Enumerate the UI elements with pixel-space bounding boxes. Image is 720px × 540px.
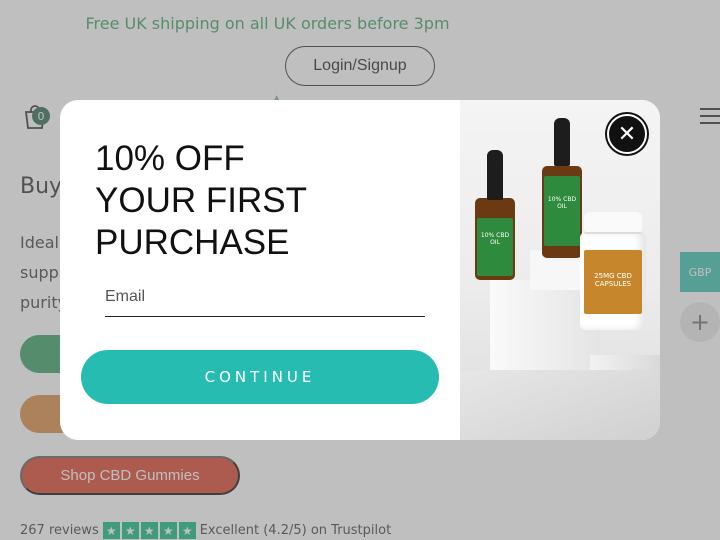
close-icon[interactable]: ✕ <box>607 114 647 154</box>
popup-form-panel: 10% OFF YOUR FIRST PURCHASE CONTINUE <box>60 100 460 440</box>
popup-title-line: PURCHASE <box>95 223 290 262</box>
email-field[interactable] <box>105 277 425 317</box>
popup-title-line: YOUR FIRST <box>95 181 307 220</box>
jar-label-text: 25MG CBD CAPSULES <box>594 272 632 288</box>
cbd-oil-bottle: 10% CBD OIL <box>542 118 582 258</box>
dropper-cap <box>487 150 503 200</box>
bottle-label: 10% CBD OIL <box>544 176 580 246</box>
dropper-cap <box>554 118 570 166</box>
cbd-oil-bottle: 10% CBD OIL <box>475 150 515 280</box>
popup-title: 10% OFF YOUR FIRST PURCHASE <box>95 138 425 264</box>
marble-surface <box>460 370 660 440</box>
bottle-label-text: 10% CBD OIL <box>547 196 577 210</box>
discount-popup: 10% OFF YOUR FIRST PURCHASE CONTINUE 10%… <box>60 100 660 440</box>
bottle-label: 10% CBD OIL <box>477 218 513 276</box>
continue-button[interactable]: CONTINUE <box>81 350 439 404</box>
jar-label: 25MG CBD CAPSULES <box>584 250 642 314</box>
cbd-capsules-jar: 25MG CBD CAPSULES <box>580 212 646 330</box>
jar-lid <box>584 212 642 234</box>
bottle-label-text: 10% CBD OIL <box>480 232 510 246</box>
popup-title-line: 10% OFF <box>95 139 245 178</box>
